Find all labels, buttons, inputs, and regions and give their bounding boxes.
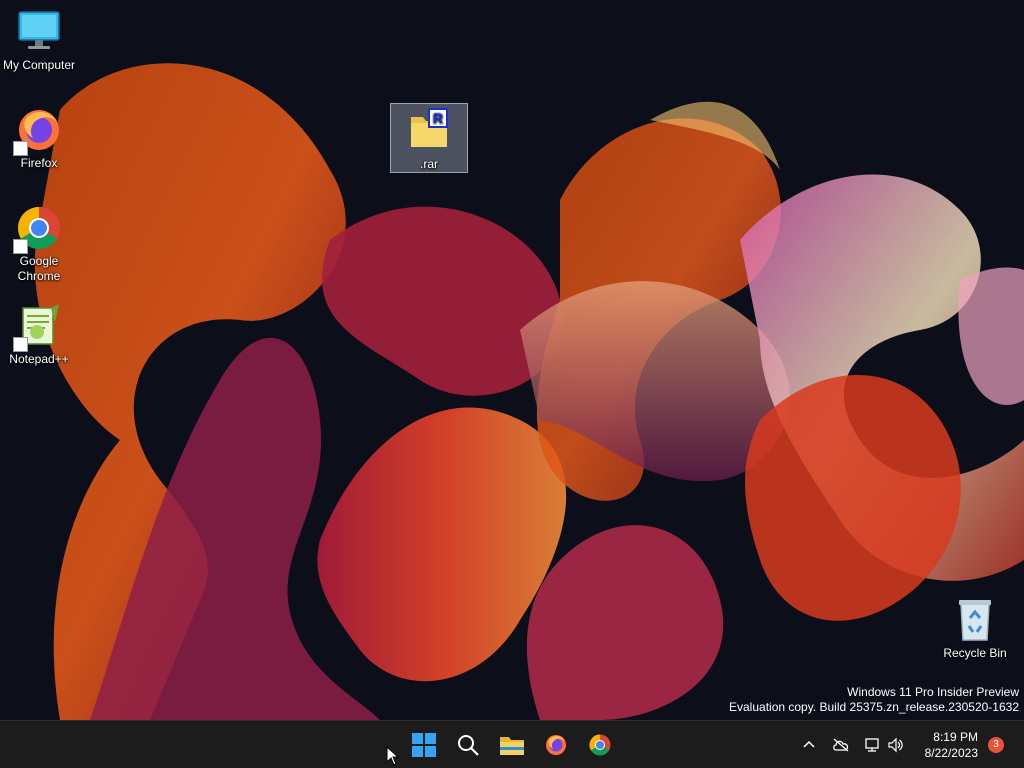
clock-time: 8:19 PM [933,730,978,744]
shortcut-arrow-icon [13,239,28,254]
clock-button[interactable]: 8:19 PM 8/22/2023 [925,729,978,761]
desktop-icon-label: .rar [420,157,438,171]
onedrive-button[interactable] [830,733,852,757]
desktop-wallpaper [0,0,1024,720]
rar-archive-icon: R [405,107,453,155]
speaker-icon [888,737,903,753]
start-button[interactable] [408,729,440,761]
desktop-icon-label: Notepad++ [9,352,69,366]
notification-badge[interactable]: 3 [988,737,1004,753]
firefox-icon [546,735,566,755]
shortcut-arrow-icon [13,337,28,352]
windows-evaluation-watermark: Windows 11 Pro Insider Preview Evaluatio… [729,685,1019,715]
watermark-build: Evaluation copy. Build 25375.zn_release.… [729,700,1019,714]
recycle-bin-icon [951,596,999,644]
chrome-icon [589,734,611,756]
search-icon [458,735,479,756]
desktop-icon-label: Google Chrome [17,254,61,283]
desktop-icon-notepad-plus-plus[interactable]: Notepad++ [1,302,77,367]
desktop-icon-rar-file[interactable]: R .rar [390,103,468,173]
mouse-cursor-icon [386,746,400,766]
chrome-icon [13,204,63,254]
cloud-offline-icon [833,738,849,752]
file-explorer-button[interactable] [496,729,528,761]
file-explorer-icon [500,737,524,755]
desktop-icon-my-computer[interactable]: My Computer [1,8,77,73]
desktop-icon-label: Firefox [20,156,58,170]
monitor-icon [15,8,63,56]
show-hidden-icons-button[interactable] [799,733,819,757]
desktop-icon-recycle-bin[interactable]: Recycle Bin [937,596,1013,661]
desktop-icon-label: Recycle Bin [943,646,1007,660]
desktop-icon-label: My Computer [2,58,76,72]
clock-date: 8/22/2023 [924,746,978,760]
taskbar: 8:19 PM 8/22/2023 3 [0,720,1024,768]
firefox-taskbar-button[interactable] [540,729,572,761]
rar-badge: R [433,110,443,126]
watermark-edition: Windows 11 Pro Insider Preview [847,685,1019,699]
network-icon [865,738,879,752]
network-button[interactable] [862,733,882,757]
firefox-icon [13,106,63,156]
notepad-plus-plus-icon [13,302,63,352]
chevron-up-icon [803,740,815,748]
volume-button[interactable] [885,733,905,757]
desktop-icon-google-chrome[interactable]: Google Chrome [1,204,77,284]
shortcut-arrow-icon [13,141,28,156]
search-button[interactable] [452,729,484,761]
chrome-taskbar-button[interactable] [584,729,616,761]
desktop-icon-firefox[interactable]: Firefox [1,106,77,171]
windows-logo-icon [412,733,436,757]
